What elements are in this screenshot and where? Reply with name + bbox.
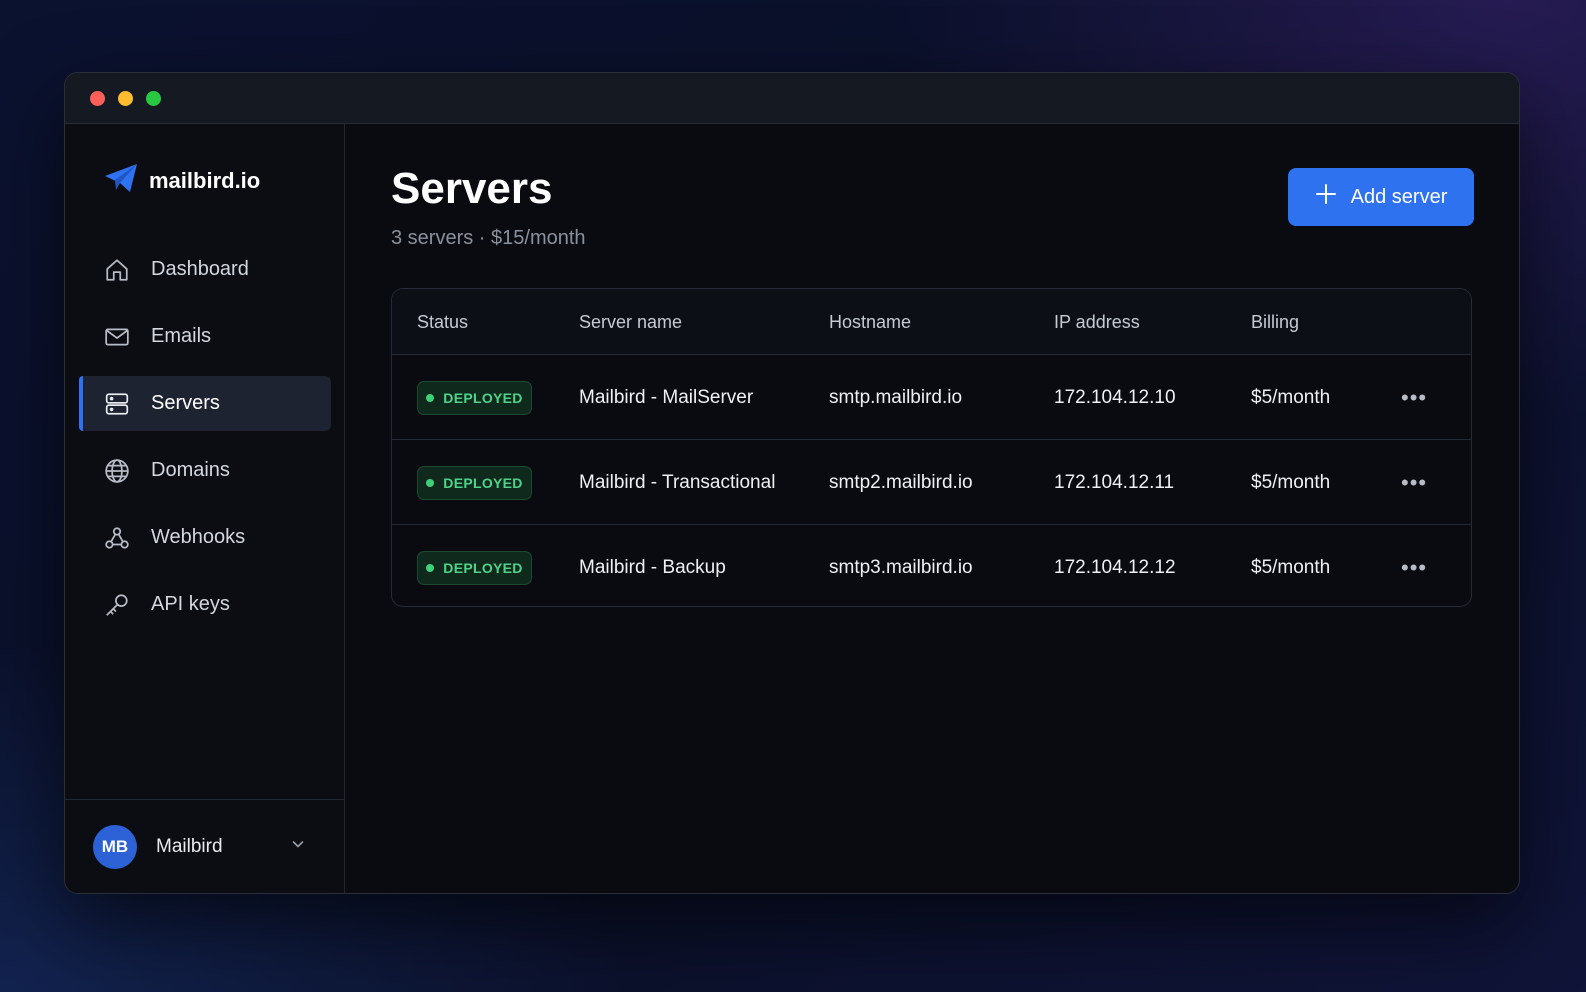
paper-plane-icon — [103, 162, 139, 199]
minimize-window-button[interactable] — [118, 90, 133, 106]
status-dot-icon — [426, 478, 435, 487]
status-cell: DEPLOYED — [417, 355, 532, 440]
ip-address: 172.104.12.10 — [1054, 386, 1176, 408]
more-options-icon[interactable]: ••• — [1401, 355, 1427, 440]
sidebar-item-label: Domains — [151, 459, 230, 481]
status-text: DEPLOYED — [443, 474, 523, 491]
mail-icon — [103, 323, 131, 351]
sidebar-item-dashboard[interactable]: Dashboard — [79, 242, 331, 297]
hostname: smtp2.mailbird.io — [829, 471, 973, 493]
status-badge: DEPLOYED — [417, 380, 532, 415]
sidebar-item-label: Servers — [151, 392, 220, 414]
plus-icon — [1315, 183, 1337, 211]
column-header-hostname: Hostname — [829, 312, 912, 332]
status-dot-icon — [426, 563, 435, 572]
status-text: DEPLOYED — [443, 559, 523, 576]
column-header-ip-address: IP address — [1054, 312, 1140, 332]
table-row[interactable]: DEPLOYED Mailbird - Backup smtp3.mailbir… — [392, 525, 1471, 606]
billing: $5/month — [1251, 556, 1331, 578]
column-header-status: Status — [417, 312, 469, 332]
sidebar-item-api-keys[interactable]: API keys — [79, 577, 331, 632]
zoom-window-button[interactable] — [146, 90, 161, 106]
title-bar — [65, 73, 1519, 124]
main-content: Servers 3 servers · $15/month Add server… — [345, 124, 1519, 893]
servers-table: Status Server name Hostname IP address B… — [391, 288, 1472, 607]
key-icon — [103, 591, 131, 619]
chevron-down-icon[interactable] — [290, 836, 306, 857]
server-name[interactable]: Mailbird - MailServer — [579, 355, 753, 440]
table-header: Status Server name Hostname IP address B… — [392, 289, 1471, 355]
ip-address: 172.104.12.11 — [1054, 471, 1175, 493]
sidebar-item-label: API keys — [151, 593, 230, 615]
ip-address: 172.104.12.12 — [1054, 556, 1176, 578]
hostname: smtp.mailbird.io — [829, 386, 963, 408]
hostname: smtp3.mailbird.io — [829, 556, 973, 578]
page-subtitle: 3 servers · $15/month — [391, 227, 586, 249]
billing: $5/month — [1251, 386, 1331, 408]
status-cell: DEPLOYED — [417, 525, 532, 606]
column-header-billing: Billing — [1251, 312, 1300, 332]
status-dot-icon — [426, 393, 435, 402]
brand-logo[interactable]: mailbird.io — [103, 162, 260, 199]
app-window: mailbird.io Dashboard Emails Servers Dom… — [64, 72, 1520, 894]
sidebar-item-webhooks[interactable]: Webhooks — [79, 510, 331, 565]
sidebar-item-servers[interactable]: Servers — [79, 376, 331, 431]
server-name[interactable]: Mailbird - Backup — [579, 525, 726, 606]
page-title: Servers — [391, 164, 553, 213]
table-row[interactable]: DEPLOYED Mailbird - MailServer smtp.mail… — [392, 355, 1471, 440]
add-server-label: Add server — [1350, 185, 1448, 208]
home-icon — [103, 256, 131, 284]
column-header-server-name: Server name — [579, 312, 683, 332]
sidebar-item-emails[interactable]: Emails — [79, 309, 331, 364]
close-window-button[interactable] — [90, 90, 105, 106]
status-badge: DEPLOYED — [417, 465, 532, 500]
sidebar-item-label: Webhooks — [151, 526, 246, 548]
status-cell: DEPLOYED — [417, 440, 532, 525]
brand-name: mailbird.io — [149, 167, 261, 193]
sidebar-item-label: Emails — [151, 325, 212, 347]
sidebar-item-domains[interactable]: Domains — [79, 443, 331, 498]
user-name: Mailbird — [156, 835, 223, 857]
sidebar-nav: Dashboard Emails Servers Domains Webhook… — [79, 242, 331, 644]
billing: $5/month — [1251, 471, 1331, 493]
user-menu[interactable]: MB Mailbird — [65, 799, 344, 893]
webhook-icon — [103, 524, 131, 552]
status-text: DEPLOYED — [443, 389, 523, 406]
add-server-button[interactable]: Add server — [1288, 168, 1474, 226]
table-row[interactable]: DEPLOYED Mailbird - Transactional smtp2.… — [392, 440, 1471, 525]
globe-icon — [103, 457, 131, 485]
sidebar: mailbird.io Dashboard Emails Servers Dom… — [65, 124, 345, 893]
status-badge: DEPLOYED — [417, 550, 532, 585]
more-options-icon[interactable]: ••• — [1401, 525, 1427, 606]
avatar: MB — [93, 824, 137, 869]
server-name[interactable]: Mailbird - Transactional — [579, 440, 775, 525]
server-icon — [103, 390, 131, 418]
sidebar-item-label: Dashboard — [151, 258, 249, 280]
more-options-icon[interactable]: ••• — [1401, 440, 1427, 525]
